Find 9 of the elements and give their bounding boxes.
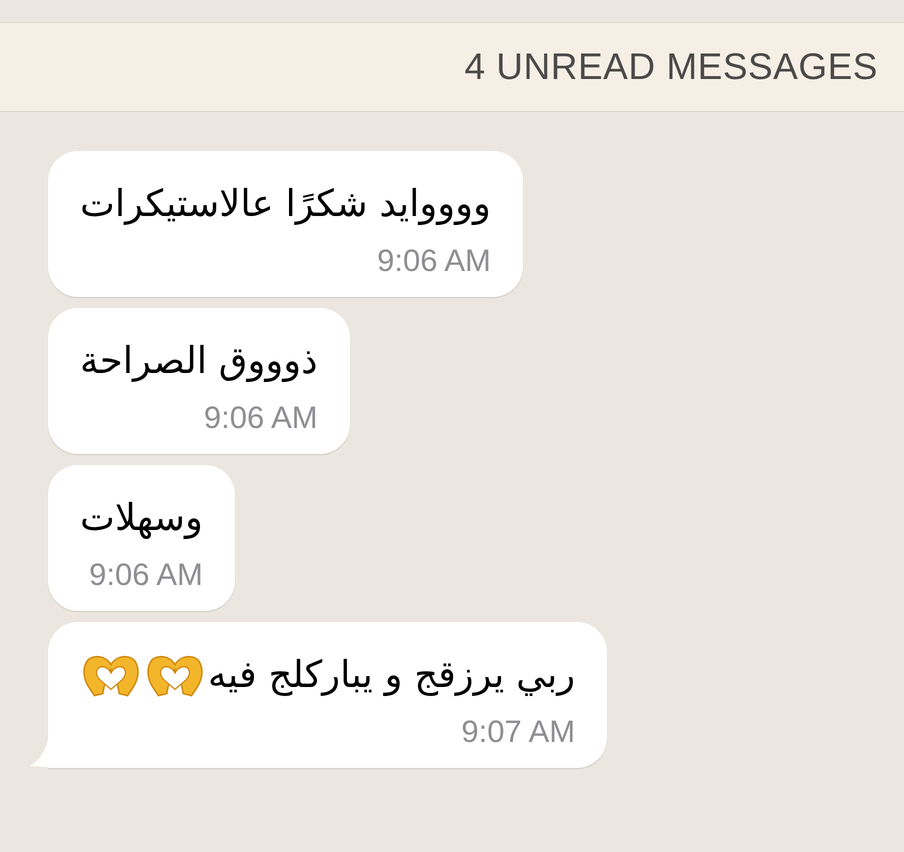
message-time: 9:06 AM (204, 400, 318, 436)
message-text: ربي يرزقج و يباركلج فيه (208, 652, 576, 698)
message-time: 9:06 AM (89, 557, 203, 593)
message-time: 9:06 AM (377, 243, 491, 279)
message-text: وسهلات (80, 495, 203, 541)
message-text: ذوووق الصراحة (80, 338, 318, 384)
message-text: وووواید شكرًا عالاستيكرات (80, 181, 491, 227)
unread-count-label: 4 UNREAD MESSAGES (464, 46, 878, 88)
message-time: 9:07 AM (461, 714, 576, 750)
